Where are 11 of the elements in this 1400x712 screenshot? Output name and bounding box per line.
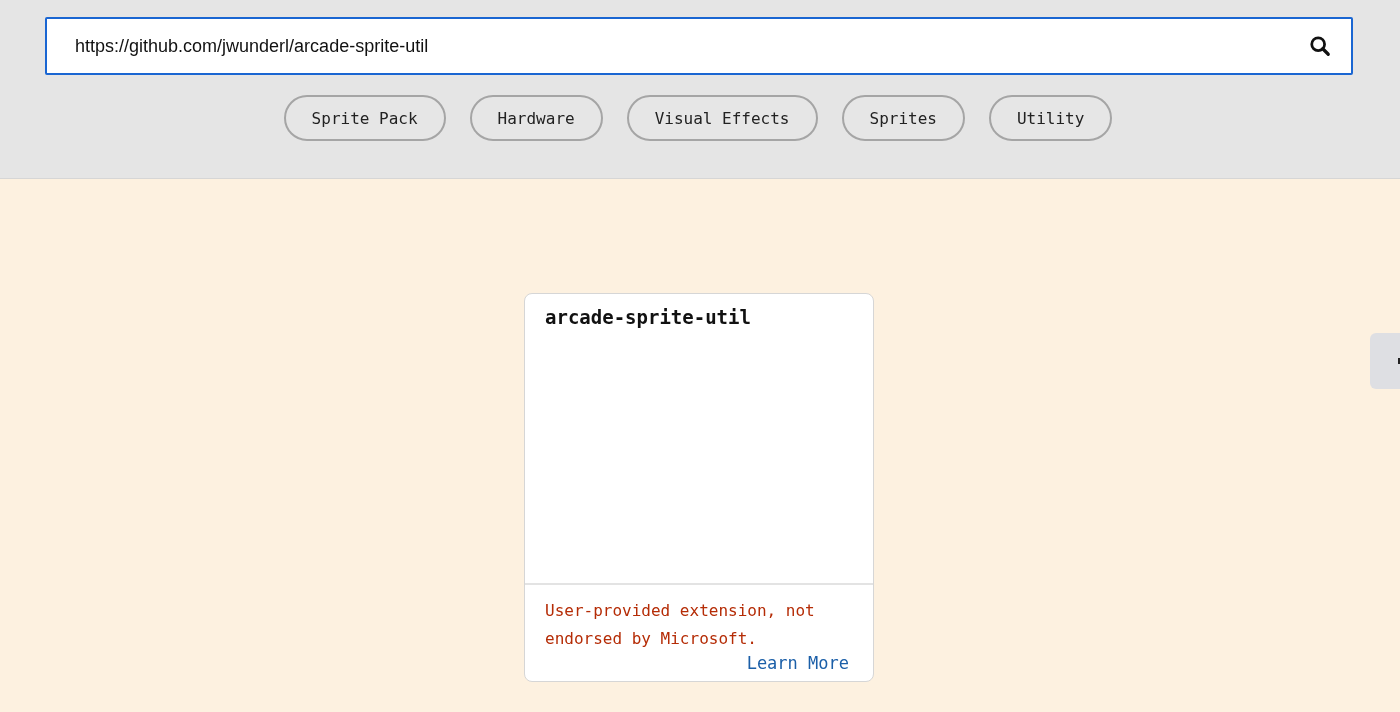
warning-text: User-provided extension, not endorsed by Microsoft. <box>545 600 816 650</box>
tag-button[interactable]: Utility <box>988 95 1113 141</box>
tag-button[interactable]: Sprite Pack <box>283 95 446 141</box>
tag-button[interactable]: Visual Effects <box>626 95 818 141</box>
extension-card[interactable]: arcade-sprite-util User-provided extension, not endorsed by Microsoft. Learn More <box>524 293 874 682</box>
tag-button[interactable]: Hardware <box>469 95 603 141</box>
tag-button[interactable]: Sprites <box>841 95 965 141</box>
card-title: arcade-sprite-util <box>545 306 751 328</box>
search-icon[interactable] <box>1309 35 1331 57</box>
learn-more-link[interactable]: Learn More <box>746 653 849 673</box>
search-field[interactable]: https://github.com/jwunderl/arcade-sprite-util <box>45 17 1353 75</box>
